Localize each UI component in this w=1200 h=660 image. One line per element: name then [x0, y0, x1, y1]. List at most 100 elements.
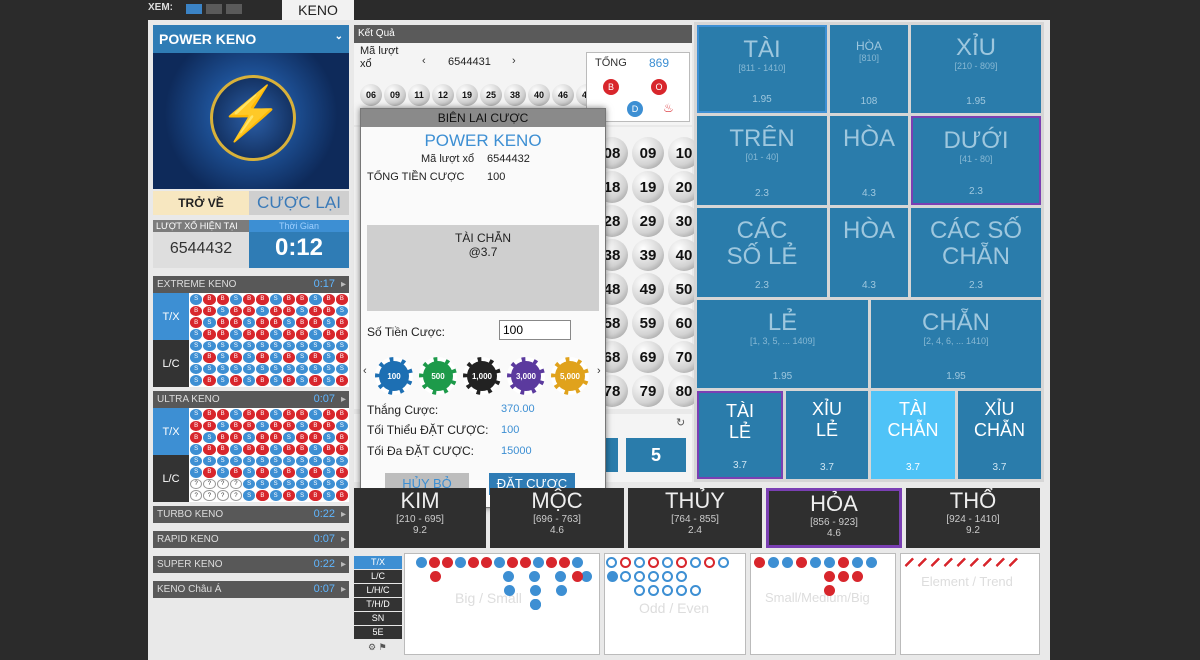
mini-dot: S	[269, 490, 282, 501]
bet-chan[interactable]: CHẴN [2, 4, 6, ... 1410] 1.95	[871, 300, 1041, 388]
game-item-asia[interactable]: KENO Châu Á 0:07 ▸	[153, 581, 349, 598]
game-item-ultra[interactable]: ULTRA KENO 0:07 ▸	[153, 391, 349, 408]
tracker-tab-sn[interactable]: SN	[354, 612, 402, 625]
mini-dot: B	[335, 352, 348, 363]
chip-next-icon[interactable]: ›	[597, 365, 601, 377]
game-item-extreme[interactable]: EXTREME KENO 0:17 ▸	[153, 276, 349, 293]
tracker-mark	[768, 557, 779, 568]
bet-label: TÀI	[743, 36, 781, 63]
tracker-tab-5e[interactable]: 5E	[354, 626, 402, 639]
prev-draw-icon[interactable]: ‹	[422, 55, 426, 67]
chevron-right-icon: ▸	[340, 394, 346, 405]
mini-dot: B	[335, 409, 348, 420]
mini-dot: B	[282, 352, 295, 363]
number-ball[interactable]: 59	[632, 307, 664, 339]
tab-keno[interactable]: KENO	[282, 0, 354, 20]
time-label: Thời Gian	[249, 220, 349, 232]
game-item-turbo[interactable]: TURBO KENO 0:22 ▸	[153, 506, 349, 523]
bet-element-moc[interactable]: MỘC [696 - 763] 4.6	[490, 488, 624, 548]
mini-dot: B	[190, 432, 203, 443]
tracker-tab-lhc[interactable]: L/H/C	[354, 584, 402, 597]
draw-number: 6544431	[448, 56, 491, 68]
game-item-rapid[interactable]: RAPID KENO 0:07 ▸	[153, 531, 349, 548]
game-timer: 0:07	[313, 583, 335, 595]
number-ball[interactable]: 09	[632, 137, 664, 169]
bet-duoi[interactable]: DƯỚI [41 - 80] 2.3	[911, 116, 1041, 205]
mini-dot: B	[256, 317, 269, 328]
game-item-super[interactable]: SUPER KENO 0:22 ▸	[153, 556, 349, 573]
amount-input[interactable]	[499, 320, 571, 340]
tracker-mark	[824, 557, 835, 568]
tracker-tab-lc[interactable]: L/C	[354, 570, 402, 583]
bet-xiu-chan[interactable]: XỈU CHẴN 3.7	[958, 391, 1041, 479]
game-selector[interactable]: POWER KENO ⌄	[153, 25, 349, 53]
bet-le[interactable]: LẺ [1, 3, 5, ... 1409] 1.95	[697, 300, 868, 388]
tracker-big-small: Big / Small	[404, 553, 600, 655]
bet-tai[interactable]: TÀI [811 - 1410] 1.95	[697, 25, 827, 113]
bet-cac-so-chan[interactable]: CÁC SỐ CHẴN 2.3	[911, 208, 1041, 297]
bet-label: CÁC	[736, 217, 788, 244]
tracker-tab-thd[interactable]: T/H/D	[354, 598, 402, 611]
bet-element-hoa[interactable]: HỎA [856 - 923] 4.6	[766, 488, 902, 548]
mini-dot: S	[243, 317, 256, 328]
bet-tai-le[interactable]: TÀI LẺ 3.7	[697, 391, 783, 479]
bet-element-kim[interactable]: KIM [210 - 695] 9.2	[354, 488, 486, 548]
tracker-mark	[634, 585, 645, 596]
view-quad-button[interactable]	[226, 4, 242, 14]
chip-100[interactable]: 100	[375, 357, 413, 395]
number-ball[interactable]: 79	[632, 375, 664, 407]
mini-dot: S	[282, 455, 295, 467]
bet-xiu[interactable]: XỈU [210 - 809] 1.95	[911, 25, 1041, 113]
receipt-draw-label: Mã lượt xổ	[421, 153, 475, 165]
mini-dot: S	[269, 443, 282, 455]
chip-3000[interactable]: 3,000	[507, 357, 545, 395]
bet-tren[interactable]: TRÊN [01 - 40] 2.3	[697, 116, 827, 205]
next-draw-icon[interactable]: ›	[512, 55, 516, 67]
mini-dot: S	[216, 352, 229, 363]
view-single-button[interactable]	[186, 4, 202, 14]
bet-label: CHẴN	[921, 309, 990, 336]
tracker-mark	[690, 585, 701, 596]
chip-1000[interactable]: 1,000	[463, 357, 501, 395]
bet-cac-so-le[interactable]: CÁC SỐ LẺ 2.3	[697, 208, 827, 297]
bet-tai-chan[interactable]: TÀI CHẴN 3.7	[871, 391, 955, 479]
mini-dot: S	[229, 340, 242, 352]
mini-dot: B	[296, 409, 309, 420]
number-ball[interactable]: 19	[632, 171, 664, 203]
number-ball[interactable]: 29	[632, 205, 664, 237]
chip-5000[interactable]: 5,000	[551, 357, 589, 395]
chip-500[interactable]: 500	[419, 357, 457, 395]
view-dual-button[interactable]	[206, 4, 222, 14]
number-ball[interactable]: 49	[632, 273, 664, 305]
mini-dot: B	[243, 328, 256, 340]
bet-element-thuy[interactable]: THỦY [764 - 855] 2.4	[628, 488, 762, 548]
mini-dot: B	[309, 490, 322, 501]
tracker-tab-tx[interactable]: T/X	[354, 556, 402, 569]
mini-dot: S	[296, 305, 309, 317]
bet-element-tho[interactable]: THỔ [924 - 1410] 9.2	[906, 488, 1040, 548]
bet-xiu-le[interactable]: XỈU LẺ 3.7	[786, 391, 868, 479]
max-value: 15000	[501, 445, 532, 457]
rebet-button[interactable]: CƯỢC LẠI	[249, 191, 349, 215]
quick-pick-5[interactable]: 5	[626, 438, 686, 472]
game-timer: 0:22	[313, 558, 335, 570]
result-ball: 06	[360, 84, 382, 106]
bet-hoa-2[interactable]: HÒA 4.3	[830, 116, 908, 205]
tracker-odd-even: Odd / Even	[604, 553, 746, 655]
settings-icon[interactable]: ⚙ ⚑	[368, 642, 387, 653]
refresh-icon[interactable]: ↻	[676, 416, 685, 429]
tracker-mark	[662, 571, 673, 582]
bet-label-line2: CHẴN	[973, 420, 1025, 440]
mini-dot: S	[229, 409, 242, 420]
selected-bet-box: TÀI CHẴN @3.7	[367, 225, 599, 311]
chip-prev-icon[interactable]: ‹	[363, 365, 367, 377]
bet-hoa-1[interactable]: HÒA [810] 108	[830, 25, 908, 113]
mini-dot: S	[190, 467, 203, 478]
tracker-mark	[662, 557, 673, 568]
back-button[interactable]: TRỞ VỀ	[153, 191, 249, 215]
number-ball[interactable]: 69	[632, 341, 664, 373]
tracker-mark	[504, 585, 515, 596]
bet-hoa-3[interactable]: HÒA 4.3	[830, 208, 908, 297]
tracker-mark	[995, 557, 1006, 568]
number-ball[interactable]: 39	[632, 239, 664, 271]
